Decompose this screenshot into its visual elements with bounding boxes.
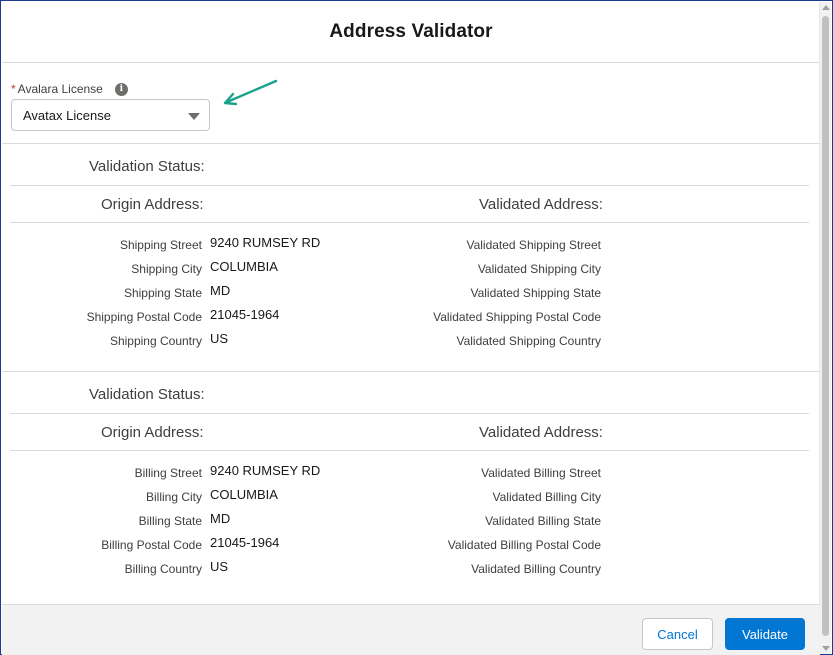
shipping-city-value: COLUMBIA bbox=[210, 259, 278, 274]
billing-state-value: MD bbox=[210, 511, 231, 526]
modal-footer: Cancel Validate bbox=[2, 604, 820, 655]
divider bbox=[10, 450, 809, 451]
validated-billing-city-label: Validated Billing City bbox=[492, 490, 602, 504]
shipping-state-value: MD bbox=[210, 283, 231, 298]
validated-billing-postal-code-label: Validated Billing Postal Code bbox=[447, 538, 601, 552]
shipping-city-label: Shipping City bbox=[131, 262, 202, 276]
shipping-validated-heading: Validated Address: bbox=[479, 196, 603, 213]
scroll-thumb[interactable] bbox=[822, 16, 829, 636]
shipping-street-value: 9240 RUMSEY RD bbox=[210, 235, 321, 250]
info-icon[interactable]: i bbox=[114, 82, 128, 96]
shipping-postal-code-label: Shipping Postal Code bbox=[86, 310, 202, 324]
divider bbox=[10, 222, 809, 223]
shipping-validation-status: Validation Status: bbox=[89, 158, 205, 175]
shipping-street-label: Shipping Street bbox=[119, 238, 202, 252]
cancel-button[interactable]: Cancel bbox=[642, 618, 713, 650]
validated-billing-country-label: Validated Billing Country bbox=[471, 562, 601, 576]
chevron-down-icon bbox=[188, 113, 200, 120]
billing-validation-status: Validation Status: bbox=[89, 386, 205, 403]
billing-validated-heading: Validated Address: bbox=[479, 424, 603, 441]
license-select[interactable]: Avatax License bbox=[11, 99, 210, 131]
billing-street-label: Billing Street bbox=[134, 466, 202, 480]
shipping-origin-heading: Origin Address: bbox=[101, 196, 204, 213]
billing-postal-code-value: 21045-1964 bbox=[210, 535, 280, 550]
modal-header: Address Validator bbox=[2, 2, 820, 63]
modal-frame: Address Validator * Avalara License i Av… bbox=[0, 0, 833, 655]
license-label: * Avalara License i bbox=[11, 81, 128, 97]
divider bbox=[2, 143, 820, 144]
shipping-country-value: US bbox=[210, 331, 229, 346]
billing-street-value: 9240 RUMSEY RD bbox=[210, 463, 321, 478]
license-field: * Avalara License i Avatax License bbox=[11, 81, 210, 131]
shipping-state-label: Shipping State bbox=[123, 286, 202, 300]
billing-country-value: US bbox=[210, 559, 229, 574]
divider bbox=[10, 185, 809, 186]
billing-city-label: Billing City bbox=[145, 490, 202, 504]
license-select-value: Avatax License bbox=[23, 107, 111, 123]
modal-title: Address Validator bbox=[329, 21, 493, 42]
shipping-country-label: Shipping Country bbox=[109, 334, 202, 348]
validated-shipping-city-label: Validated Shipping City bbox=[477, 262, 601, 276]
billing-country-label: Billing Country bbox=[124, 562, 202, 576]
billing-state-label: Billing State bbox=[138, 514, 202, 528]
validate-button[interactable]: Validate bbox=[725, 618, 805, 650]
billing-city-value: COLUMBIA bbox=[210, 487, 278, 502]
annotation-arrow-icon bbox=[223, 79, 278, 106]
validated-billing-street-label: Validated Billing Street bbox=[481, 466, 601, 480]
validated-shipping-state-label: Validated Shipping State bbox=[470, 286, 601, 300]
billing-origin-heading: Origin Address: bbox=[101, 424, 204, 441]
shipping-postal-code-value: 21045-1964 bbox=[210, 307, 280, 322]
license-label-text: Avalara License bbox=[17, 82, 103, 96]
divider bbox=[10, 413, 809, 414]
validated-shipping-country-label: Validated Shipping Country bbox=[456, 334, 601, 348]
divider bbox=[2, 371, 820, 372]
validated-billing-state-label: Validated Billing State bbox=[485, 514, 601, 528]
validated-shipping-postal-code-label: Validated Shipping Postal Code bbox=[433, 310, 601, 324]
validated-shipping-street-label: Validated Shipping Street bbox=[466, 238, 601, 252]
required-marker: * bbox=[11, 82, 16, 96]
scroll-down-icon[interactable] bbox=[822, 646, 830, 651]
scrollbar[interactable] bbox=[819, 2, 831, 654]
billing-postal-code-label: Billing Postal Code bbox=[101, 538, 202, 552]
scroll-up-icon[interactable] bbox=[822, 5, 830, 10]
